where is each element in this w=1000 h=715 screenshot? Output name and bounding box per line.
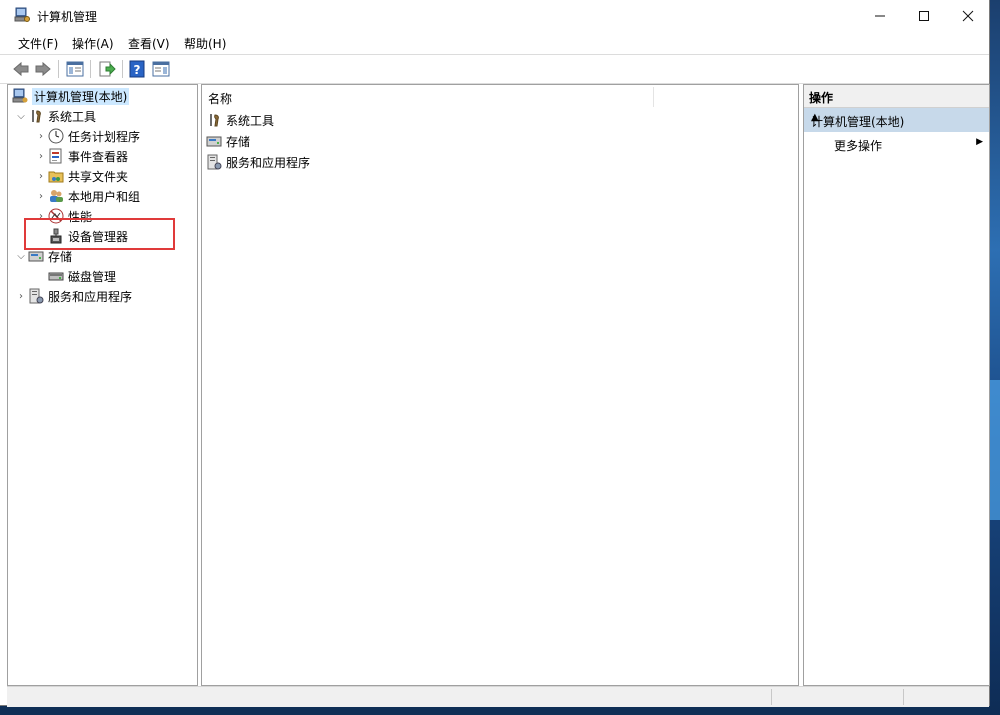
show-hide-tree-button[interactable] xyxy=(64,58,86,80)
actions-pane: 操作 计算机管理(本地) ▲ 更多操作 ▶ xyxy=(803,84,990,686)
back-arrow-icon xyxy=(13,61,29,77)
menu-view[interactable]: 查看(V) xyxy=(128,35,170,52)
chevron-down-icon[interactable]: ⌵ xyxy=(14,111,28,122)
list-item-label: 服务和应用程序 xyxy=(226,155,311,170)
tree-item-root[interactable]: 计算机管理(本地) xyxy=(12,86,130,106)
clock-icon xyxy=(48,128,64,144)
more-actions-item[interactable]: 更多操作 xyxy=(834,137,882,154)
close-icon xyxy=(962,10,974,21)
toolbar-separator xyxy=(122,60,123,78)
title-bar[interactable]: 计算机管理 xyxy=(0,0,989,31)
desktop-background xyxy=(990,0,1000,715)
menu-action[interactable]: 操作(A) xyxy=(72,35,114,52)
tree-label-services-apps: 服务和应用程序 xyxy=(48,289,133,304)
action-pane-icon xyxy=(152,61,170,77)
list-item-label: 存储 xyxy=(226,134,251,149)
export-list-button[interactable] xyxy=(96,58,118,80)
menu-bar: 文件(F) 操作(A) 查看(V) 帮助(H) xyxy=(0,31,989,53)
toolbar-separator xyxy=(90,60,91,78)
maximize-button[interactable] xyxy=(901,0,947,31)
help-button[interactable]: ? xyxy=(126,58,148,80)
chevron-right-icon[interactable]: › xyxy=(34,151,48,162)
tree-item-task-scheduler[interactable]: › 任务计划程序 xyxy=(34,126,140,146)
list-item-system-tools[interactable]: 系统工具 xyxy=(206,110,274,130)
storage-icon xyxy=(28,251,44,262)
export-icon xyxy=(99,61,116,77)
menu-help[interactable]: 帮助(H) xyxy=(184,35,226,52)
chevron-right-icon[interactable]: › xyxy=(34,131,48,142)
minimize-icon xyxy=(875,15,885,16)
close-button[interactable] xyxy=(945,0,991,31)
collapse-up-icon[interactable]: ▲ xyxy=(811,112,983,123)
status-separator xyxy=(771,689,772,705)
users-icon xyxy=(50,190,63,202)
list-item-services-apps[interactable]: 服务和应用程序 xyxy=(206,152,310,172)
tree-label-root: 计算机管理(本地) xyxy=(32,87,130,105)
disk-icon xyxy=(48,272,64,281)
results-pane: 名称 系统工具 存储 服务和应用程序 xyxy=(201,84,799,686)
column-header-name[interactable]: 名称 xyxy=(202,85,798,108)
tree-label-task-scheduler: 任务计划程序 xyxy=(68,129,141,144)
toolbar: ? xyxy=(0,54,989,84)
storage-icon xyxy=(206,136,222,147)
tools-icon xyxy=(210,114,219,127)
show-hide-action-pane-button[interactable] xyxy=(150,58,172,80)
menu-file[interactable]: 文件(F) xyxy=(18,35,58,52)
chevron-down-icon[interactable]: ⌵ xyxy=(14,251,28,262)
highlight-box xyxy=(24,218,175,250)
tools-icon xyxy=(32,110,41,123)
actions-header: 操作 xyxy=(804,85,989,108)
tree-label-local-users: 本地用户和组 xyxy=(68,189,141,204)
tree-item-services-apps[interactable]: › 服务和应用程序 xyxy=(14,286,132,306)
status-bar xyxy=(7,686,989,707)
computer-management-icon xyxy=(12,88,28,103)
maximize-icon xyxy=(919,10,929,21)
window-title: 计算机管理 xyxy=(37,10,98,24)
tree-label-disk-management: 磁盘管理 xyxy=(68,269,117,284)
actions-group-computer-management[interactable]: 计算机管理(本地) ▲ xyxy=(804,108,989,132)
shared-folder-icon xyxy=(48,171,64,183)
tree-item-event-viewer[interactable]: › 事件查看器 xyxy=(34,146,128,166)
tree-item-local-users[interactable]: › 本地用户和组 xyxy=(34,186,140,206)
tree-label-shared-folders: 共享文件夹 xyxy=(68,169,129,184)
forward-button[interactable] xyxy=(32,58,54,80)
minimize-button[interactable] xyxy=(857,0,903,31)
tree-item-shared-folders[interactable]: › 共享文件夹 xyxy=(34,166,128,186)
chevron-right-icon[interactable]: › xyxy=(34,171,48,182)
list-item-storage[interactable]: 存储 xyxy=(206,131,250,151)
back-button[interactable] xyxy=(10,58,32,80)
column-separator[interactable] xyxy=(653,87,654,107)
tree-label-event-viewer: 事件查看器 xyxy=(68,149,129,164)
console-tree-pane: 计算机管理(本地) ⌵ 系统工具 › 任务计划程序 › 事件查看器 › 共享文件… xyxy=(7,84,198,686)
tree-label-storage: 存储 xyxy=(48,249,73,264)
event-viewer-icon xyxy=(49,148,62,164)
column-header-label: 名称 xyxy=(208,92,233,106)
toolbar-separator xyxy=(58,60,59,78)
svg-text:?: ? xyxy=(134,63,141,77)
services-icon xyxy=(207,154,222,170)
chevron-right-icon[interactable]: › xyxy=(14,291,28,302)
services-icon xyxy=(29,288,44,304)
computer-management-icon xyxy=(14,7,30,22)
help-icon: ? xyxy=(129,60,145,78)
console-tree-icon xyxy=(66,61,84,77)
list-item-label: 系统工具 xyxy=(226,113,275,128)
chevron-right-icon[interactable]: › xyxy=(34,191,48,202)
tree-item-disk-management[interactable]: 磁盘管理 xyxy=(48,266,116,286)
tree-label-system-tools: 系统工具 xyxy=(48,109,97,124)
computer-management-window: 计算机管理 文件(F) 操作(A) 查看(V) 帮助(H) ? 计算机管理(本地… xyxy=(0,0,990,707)
actions-header-label: 操作 xyxy=(809,91,834,105)
status-separator xyxy=(903,689,904,705)
submenu-arrow-icon[interactable]: ▶ xyxy=(976,137,983,147)
tree-item-system-tools[interactable]: ⌵ 系统工具 xyxy=(14,106,96,126)
forward-arrow-icon xyxy=(35,61,51,77)
